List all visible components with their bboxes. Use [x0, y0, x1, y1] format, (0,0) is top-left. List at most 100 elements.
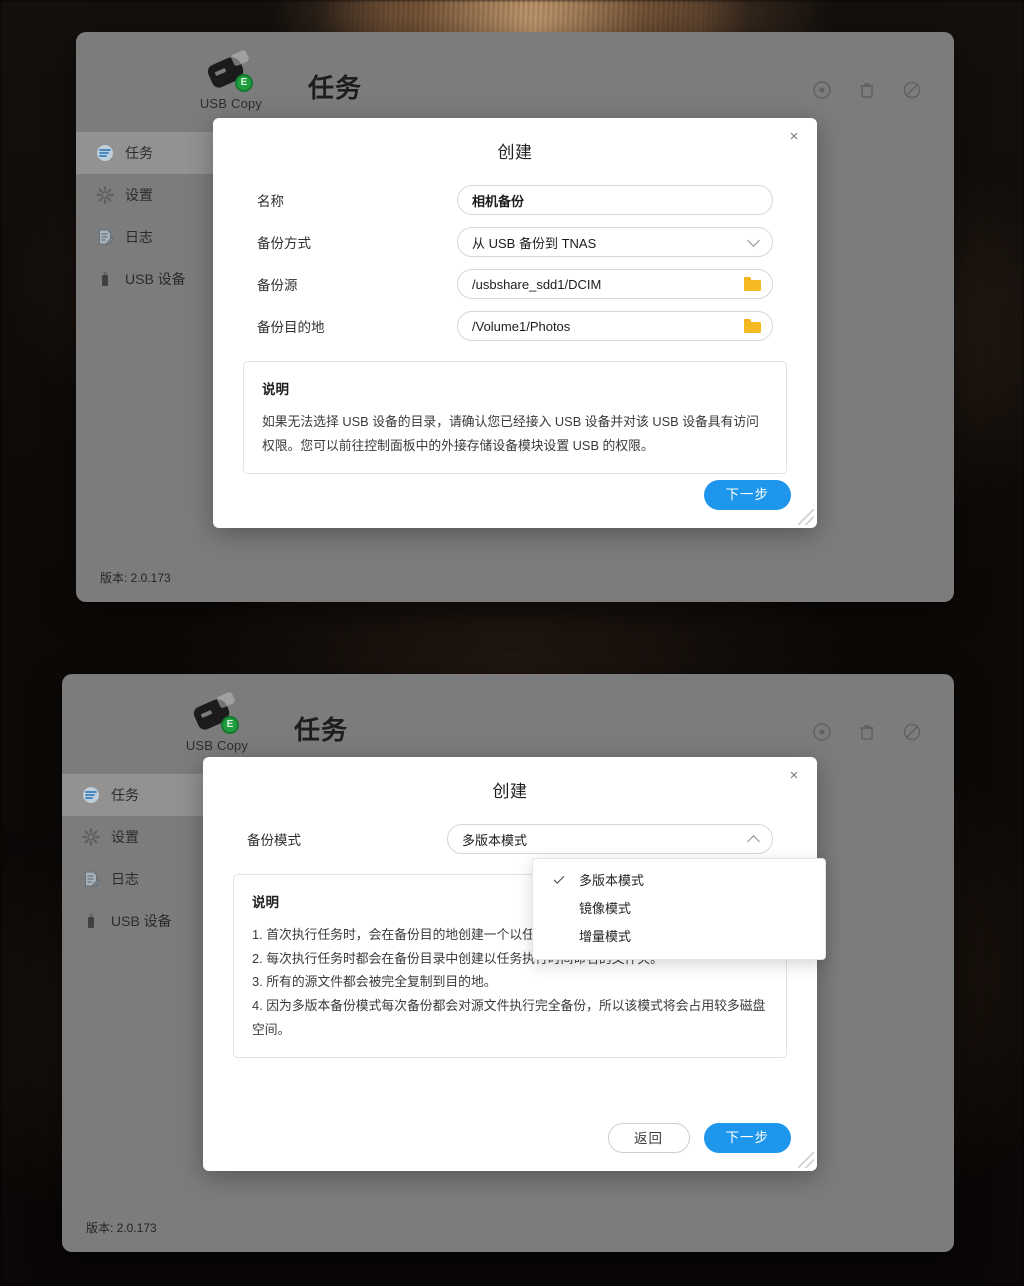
delete-task-icon[interactable] [857, 80, 877, 100]
create-task-dialog-step1[interactable]: × 创建 名称 相机备份 备份方式 从 USB 备份到 TNAS 备份源 /us… [213, 118, 817, 528]
app-logo-label: USB Copy [199, 96, 263, 111]
app-logo-badge: E [221, 716, 239, 734]
sidebar-item-label: 日志 [111, 871, 139, 887]
page-title: 任务 [308, 73, 363, 103]
version-label: 版本: 2.0.173 [86, 1221, 157, 1235]
task-list-icon [96, 144, 114, 162]
backup-source-input[interactable]: /usbshare_sdd1/DCIM [457, 269, 773, 299]
resize-grip[interactable] [798, 509, 814, 525]
backup-destination-value: /Volume1/Photos [472, 318, 571, 334]
sidebar-item-label: 日志 [125, 229, 153, 245]
create-task-dialog-step2[interactable]: × 创建 备份模式 多版本模式 说明 1. 首次执行任务时，会在备份目的地创建一… [203, 757, 826, 1171]
chevron-up-icon [747, 835, 760, 848]
backup-method-select[interactable]: 从 USB 备份到 TNAS [457, 227, 773, 257]
resize-grip[interactable] [798, 1152, 814, 1168]
sidebar-item-settings[interactable]: 设置 [62, 816, 218, 858]
sidebar-item-label: 任务 [111, 787, 139, 803]
sidebar-item-logs[interactable]: 日志 [62, 858, 218, 900]
backup-method-value: 从 USB 备份到 TNAS [472, 235, 597, 251]
app-logo: E USB Copy [172, 691, 262, 753]
app-header: E USB Copy 任务 [76, 32, 954, 132]
task-name-value: 相机备份 [472, 193, 525, 209]
note-line: 3. 所有的源文件都会被完全复制到目的地。 [252, 974, 497, 990]
folder-icon[interactable] [744, 319, 761, 333]
backup-source-value: /usbshare_sdd1/DCIM [472, 276, 602, 292]
sidebar-item-settings[interactable]: 设置 [76, 174, 232, 216]
run-task-icon[interactable] [812, 80, 832, 100]
sidebar-item-tasks[interactable]: 任务 [76, 132, 232, 174]
field-label: 备份目的地 [257, 320, 325, 335]
usb-device-icon [96, 270, 114, 288]
dialog-title: 创建 [497, 143, 533, 162]
note-body: 如果无法选择 USB 设备的目录，请确认您已经接入 USB 设备并对该 USB … [262, 414, 759, 453]
disable-task-icon[interactable] [902, 722, 922, 742]
toolbar [812, 722, 922, 742]
close-icon[interactable]: × [785, 128, 803, 146]
form-row-backup-method: 备份方式 从 USB 备份到 TNAS [257, 227, 773, 257]
dropdown-option-multi-version[interactable]: 多版本模式 [533, 867, 825, 895]
sidebar: 任务 设置 日志 USB 设备 [76, 132, 232, 602]
delete-task-icon[interactable] [857, 722, 877, 742]
sidebar-item-tasks[interactable]: 任务 [62, 774, 218, 816]
dropdown-option-label: 多版本模式 [579, 873, 645, 888]
backup-mode-form: 备份模式 多版本模式 [203, 802, 817, 854]
sidebar-item-usb-device[interactable]: USB 设备 [76, 258, 232, 300]
form-row-backup-mode: 备份模式 多版本模式 [247, 824, 773, 854]
next-button[interactable]: 下一步 [703, 1123, 791, 1153]
form-row-backup-source: 备份源 /usbshare_sdd1/DCIM [257, 269, 773, 299]
dialog-footer: 返回 下一步 [607, 1123, 791, 1153]
note-line: 4. 因为多版本备份模式每次备份都会对源文件执行完全备份，所以该模式将会占用较多… [252, 998, 766, 1037]
next-button[interactable]: 下一步 [703, 480, 791, 510]
note-title: 说明 [262, 382, 289, 397]
log-document-icon [82, 870, 100, 888]
chevron-down-icon [747, 234, 760, 247]
backup-mode-select[interactable]: 多版本模式 [447, 824, 773, 854]
app-logo-label: USB Copy [185, 738, 249, 753]
back-button[interactable]: 返回 [607, 1123, 690, 1153]
usb-copy-window-top[interactable]: E USB Copy 任务 任务 设置 日志 USB 设备 版本: 2.0.17… [76, 32, 954, 602]
dropdown-option-incremental[interactable]: 增量模式 [533, 923, 825, 951]
sidebar-item-logs[interactable]: 日志 [76, 216, 232, 258]
sidebar-item-label: 任务 [125, 145, 153, 161]
disable-task-icon[interactable] [902, 80, 922, 100]
note-box: 说明 如果无法选择 USB 设备的目录，请确认您已经接入 USB 设备并对该 U… [243, 361, 787, 475]
gear-icon [82, 828, 100, 846]
form-row-name: 名称 相机备份 [257, 185, 773, 215]
task-list-icon [82, 786, 100, 804]
field-label: 名称 [257, 194, 284, 209]
sidebar-item-label: 设置 [125, 187, 153, 203]
form-row-backup-destination: 备份目的地 /Volume1/Photos [257, 311, 773, 341]
sidebar-item-label: 设置 [111, 829, 139, 845]
dropdown-option-label: 增量模式 [579, 929, 632, 944]
create-task-form: 名称 相机备份 备份方式 从 USB 备份到 TNAS 备份源 /usbshar… [213, 163, 817, 341]
usb-device-icon [82, 912, 100, 930]
task-name-input[interactable]: 相机备份 [457, 185, 773, 215]
app-logo: E USB Copy [186, 49, 276, 111]
sidebar-item-label: USB 设备 [125, 271, 186, 287]
sidebar: 任务 设置 日志 USB 设备 [62, 774, 218, 1252]
app-logo-badge: E [235, 74, 253, 92]
dropdown-option-label: 镜像模式 [579, 901, 632, 916]
usb-copy-window-bottom[interactable]: E USB Copy 任务 任务 设置 日志 USB 设备 版本: 2.0.17… [62, 674, 954, 1252]
field-label: 备份源 [257, 278, 298, 293]
page-title: 任务 [294, 715, 349, 745]
run-task-icon[interactable] [812, 722, 832, 742]
usb-drive-icon: E [205, 49, 257, 94]
dialog-footer: 下一步 [703, 480, 791, 510]
close-icon[interactable]: × [785, 767, 803, 785]
toolbar [812, 80, 922, 100]
folder-icon[interactable] [744, 277, 761, 291]
backup-mode-dropdown-menu[interactable]: 多版本模式 镜像模式 增量模式 [532, 858, 826, 960]
field-label: 备份方式 [257, 236, 311, 251]
version-label: 版本: 2.0.173 [100, 571, 171, 585]
sidebar-item-usb-device[interactable]: USB 设备 [62, 900, 218, 942]
dialog-title: 创建 [492, 782, 528, 801]
sidebar-item-label: USB 设备 [111, 913, 172, 929]
backup-mode-value: 多版本模式 [462, 832, 528, 848]
backup-destination-input[interactable]: /Volume1/Photos [457, 311, 773, 341]
dropdown-option-mirror[interactable]: 镜像模式 [533, 895, 825, 923]
gear-icon [96, 186, 114, 204]
field-label: 备份模式 [247, 833, 301, 848]
log-document-icon [96, 228, 114, 246]
check-icon [553, 873, 565, 884]
